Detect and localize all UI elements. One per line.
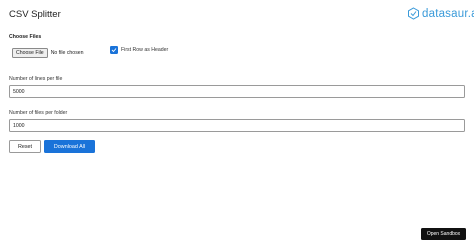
first-row-header-label: First Row as Header: [121, 47, 169, 53]
first-row-header-checkbox[interactable]: [110, 46, 118, 54]
files-per-folder-input[interactable]: 1000: [9, 119, 465, 132]
checkmark-icon: [111, 48, 117, 53]
choose-files-label: Choose Files: [9, 34, 42, 40]
open-sandbox-button[interactable]: Open Sandbox: [421, 228, 466, 240]
file-picker[interactable]: Choose File No file chosen: [12, 48, 84, 58]
header-option[interactable]: First Row as Header: [110, 46, 168, 54]
reset-button[interactable]: Reset: [9, 140, 41, 153]
lines-per-file-input[interactable]: 5000: [9, 85, 465, 98]
files-per-folder-label: Number of files per folder: [9, 110, 68, 116]
page-title: CSV Splitter: [9, 9, 61, 20]
lines-per-file-label: Number of lines per file: [9, 76, 63, 82]
download-all-button[interactable]: Download All: [44, 140, 95, 153]
choose-file-button[interactable]: Choose File: [12, 48, 48, 58]
file-status-text: No file chosen: [50, 50, 84, 56]
logo-text: datasaur.ai: [422, 7, 474, 20]
datasaur-logo[interactable]: datasaur.ai: [407, 7, 474, 20]
logo-icon: [408, 7, 419, 20]
